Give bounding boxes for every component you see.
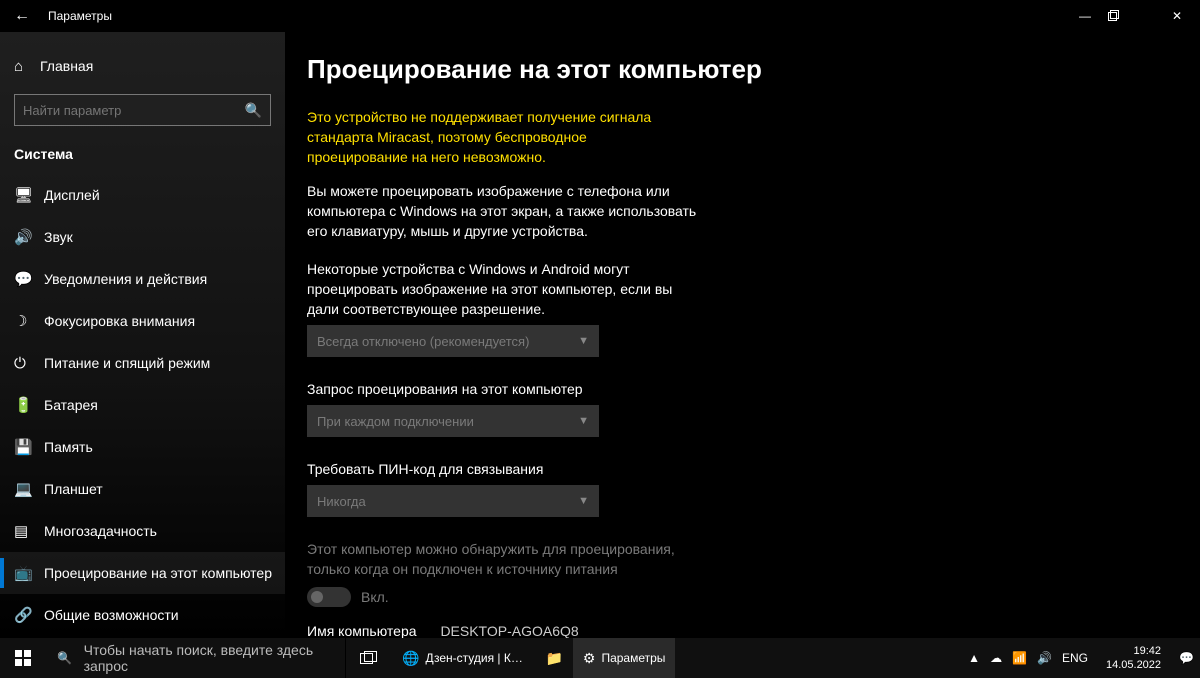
chevron-down-icon: ▼: [578, 415, 589, 427]
miracast-warning: Это устройство не поддерживает получение…: [307, 107, 687, 167]
start-button[interactable]: [0, 638, 46, 678]
tray-wifi-icon[interactable]: 📶: [1012, 651, 1027, 665]
sidebar-item-tablet[interactable]: 💻 Планшет: [0, 468, 285, 510]
tablet-icon: 💻: [14, 480, 44, 498]
sidebar: ⌂ Главная 🔍 Система 🖥 Дисплей 🔊 Звук 💬 У…: [0, 32, 285, 638]
storage-icon: 💾: [14, 438, 44, 456]
home-nav[interactable]: ⌂ Главная: [0, 46, 285, 86]
tray-chevron-up-icon[interactable]: ▲: [968, 651, 980, 665]
back-button[interactable]: ←: [0, 7, 44, 25]
home-label: Главная: [40, 58, 93, 74]
task-view-button[interactable]: [346, 638, 392, 678]
chrome-icon: 🌐: [402, 650, 419, 667]
sidebar-item-label: Память: [44, 439, 93, 455]
settings-window: ← Параметры ― ✕ ⌂ Главная 🔍 Система 🖥 Ди…: [0, 0, 1200, 638]
projecting-icon: 📺: [14, 564, 44, 582]
tray-volume-icon[interactable]: 🔊: [1037, 651, 1052, 665]
window-title: Параметры: [44, 9, 112, 23]
folder-icon: 📁: [545, 650, 562, 667]
sidebar-item-shared-experiences[interactable]: 🔗 Общие возможности: [0, 594, 285, 636]
taskbar-search-placeholder: Чтобы начать поиск, введите здесь запрос: [84, 642, 345, 674]
maximize-icon: [1108, 10, 1120, 22]
dropdown-value: Всегда отключено (рекомендуется): [317, 334, 578, 349]
sidebar-item-label: Батарея: [44, 397, 98, 413]
ask-project-label: Запрос проецирования на этот компьютер: [307, 379, 707, 399]
taskbar-app-settings[interactable]: ⚙ Параметры: [573, 638, 676, 678]
sidebar-item-focus-assist[interactable]: ☽ Фокусировка внимания: [0, 300, 285, 342]
tray-onedrive-icon[interactable]: ☁: [990, 651, 1002, 665]
taskbar-search[interactable]: 🔍 Чтобы начать поиск, введите здесь запр…: [46, 638, 346, 678]
pc-name-value: DESKTOP-AGOA6Q8: [440, 623, 578, 638]
chevron-down-icon: ▼: [578, 495, 589, 507]
require-pin-label: Требовать ПИН-код для связывания: [307, 459, 707, 479]
ask-project-dropdown[interactable]: При каждом подключении ▼: [307, 405, 599, 437]
sidebar-item-power-sleep[interactable]: ⏻ Питание и спящий режим: [0, 342, 285, 384]
sidebar-item-sound[interactable]: 🔊 Звук: [0, 216, 285, 258]
sidebar-item-label: Планшет: [44, 481, 103, 497]
search-icon: 🔍: [245, 102, 262, 119]
discover-toggle-row: Вкл.: [307, 587, 1170, 607]
minimize-button[interactable]: ―: [1062, 9, 1108, 23]
sidebar-item-battery[interactable]: 🔋 Батарея: [0, 384, 285, 426]
tray-date: 14.05.2022: [1106, 658, 1161, 672]
sidebar-item-notifications[interactable]: 💬 Уведомления и действия: [0, 258, 285, 300]
notifications-icon: 💬: [14, 270, 44, 288]
taskbar-app-explorer[interactable]: 📁: [535, 638, 572, 678]
require-pin-dropdown[interactable]: Никогда ▼: [307, 485, 599, 517]
permission-dropdown[interactable]: Всегда отключено (рекомендуется) ▼: [307, 325, 599, 357]
windows-icon: [15, 650, 31, 666]
tray-time: 19:42: [1106, 644, 1161, 658]
taskbar-app-label: Параметры: [601, 651, 665, 665]
shared-icon: 🔗: [14, 606, 44, 624]
home-icon: ⌂: [14, 58, 40, 75]
search-icon: 🔍: [46, 651, 84, 665]
search-input-container[interactable]: 🔍: [14, 94, 271, 126]
sidebar-item-label: Уведомления и действия: [44, 271, 207, 287]
projection-description: Вы можете проецировать изображение с тел…: [307, 181, 707, 241]
display-icon: 🖥: [14, 186, 44, 204]
search-input[interactable]: [23, 103, 245, 118]
sidebar-item-label: Проецирование на этот компьютер: [44, 565, 272, 581]
taskbar: 🔍 Чтобы начать поиск, введите здесь запр…: [0, 638, 1200, 678]
sidebar-item-projecting[interactable]: 📺 Проецирование на этот компьютер: [0, 552, 285, 594]
sidebar-item-label: Общие возможности: [44, 607, 179, 623]
tray-notifications-icon[interactable]: 💬: [1179, 651, 1194, 665]
task-view-icon: [360, 651, 378, 665]
sidebar-item-display[interactable]: 🖥 Дисплей: [0, 174, 285, 216]
taskbar-app-label: Дзен-студия | Как ...: [425, 651, 525, 665]
tray-language[interactable]: ENG: [1062, 651, 1088, 665]
sidebar-item-multitasking[interactable]: ▤ Многозадачность: [0, 510, 285, 552]
multitasking-icon: ▤: [14, 522, 44, 540]
pc-name-row: Имя компьютера DESKTOP-AGOA6Q8: [307, 623, 1170, 638]
battery-icon: 🔋: [14, 396, 44, 414]
permission-label: Некоторые устройства с Windows и Android…: [307, 259, 707, 319]
toggle-label: Вкл.: [361, 589, 389, 605]
sidebar-item-label: Фокусировка внимания: [44, 313, 195, 329]
focus-assist-icon: ☽: [14, 312, 44, 330]
taskbar-app-browser[interactable]: 🌐 Дзен-студия | Как ...: [392, 638, 535, 678]
chevron-down-icon: ▼: [578, 335, 589, 347]
toggle-knob: [311, 591, 323, 603]
content-pane: Проецирование на этот компьютер Это устр…: [285, 32, 1200, 638]
sidebar-item-label: Питание и спящий режим: [44, 355, 210, 371]
sidebar-item-label: Многозадачность: [44, 523, 157, 539]
sidebar-item-label: Звук: [44, 229, 73, 245]
sidebar-item-storage[interactable]: 💾 Память: [0, 426, 285, 468]
close-button[interactable]: ✕: [1154, 9, 1200, 23]
pc-name-key: Имя компьютера: [307, 623, 417, 638]
dropdown-value: Никогда: [317, 494, 578, 509]
page-title: Проецирование на этот компьютер: [307, 54, 1170, 85]
sidebar-item-label: Дисплей: [44, 187, 100, 203]
discover-on-ac-text: Этот компьютер можно обнаружить для прое…: [307, 539, 707, 579]
discover-toggle[interactable]: [307, 587, 351, 607]
category-heading: Система: [0, 140, 285, 174]
power-icon: ⏻: [14, 355, 44, 372]
dropdown-value: При каждом подключении: [317, 414, 578, 429]
tray-clock[interactable]: 19:42 14.05.2022: [1098, 644, 1169, 672]
sound-icon: 🔊: [14, 228, 44, 246]
maximize-button[interactable]: [1108, 10, 1154, 22]
gear-icon: ⚙: [583, 650, 596, 667]
system-tray[interactable]: ▲ ☁ 📶 🔊 ENG 19:42 14.05.2022 💬: [968, 644, 1200, 672]
titlebar: ← Параметры ― ✕: [0, 0, 1200, 32]
